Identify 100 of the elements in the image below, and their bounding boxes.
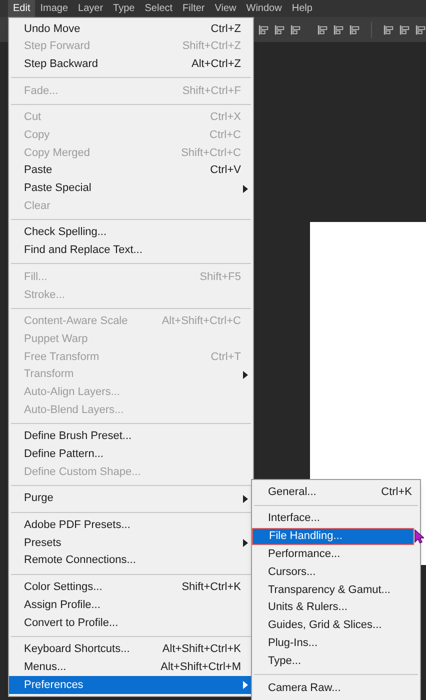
menu-item[interactable]: Cursors... [252,563,420,581]
shortcut-label: Alt+Shift+Ctrl+M [160,660,241,675]
shortcut-label: Alt+Ctrl+Z [191,56,241,72]
shortcut-label: Ctrl+V [210,163,241,178]
menu-item[interactable]: Presets [9,534,253,552]
menu-item-label: Plug-Ins... [268,636,319,652]
menu-item-label: Auto-Blend Layers... [24,402,125,418]
shortcut-label: Shift+F5 [200,270,241,285]
menu-item-label: Define Custom Shape... [24,464,142,480]
menu-item[interactable]: Check Spelling... [9,224,253,242]
menu-item[interactable]: Convert to Profile... [9,614,253,632]
menu-bar-item[interactable]: Layer [73,0,108,17]
menu-item[interactable]: Menus... Alt+Shift+Ctrl+M [9,658,253,676]
align-icon [258,24,270,36]
menu-item-label: Units & Rulers... [268,600,348,616]
menu-item[interactable]: Transparency & Gamut... [252,580,420,599]
menu-bar-item[interactable]: Filter [178,0,210,17]
menu-item-label: Puppet Warp [24,332,89,347]
mouse-pointer-icon [414,529,424,544]
menu-item-label: Stroke... [24,288,66,303]
menu-item-label: Menus... [24,660,68,675]
align-icon [332,24,344,36]
menu-item-label: Interface... [268,511,321,526]
align-icon [316,24,328,36]
menu-item[interactable]: Remote Connections... [9,552,253,570]
shortcut-label: Ctrl+Z [210,22,241,37]
menu-item[interactable]: Guides, Grid & Slices... [252,616,420,634]
menu-item[interactable]: Plug-Ins... [252,634,420,652]
align-icon [398,24,410,36]
menu-bar-item[interactable]: View [210,0,242,17]
menu-item-label: Transform [24,367,75,382]
align-icon [274,24,286,36]
menu-item-label: Undo Move [24,22,82,37]
menu-item-label: Camera Raw... [268,680,342,696]
align-icon [290,24,302,36]
menu-item[interactable]: Performance... [252,545,420,564]
menu-bar-item[interactable]: Type [108,0,140,17]
menu-item[interactable]: Keyboard Shortcuts... Alt+Shift+Ctrl+K [9,640,253,658]
align-icon [382,24,394,36]
menu-item[interactable]: Color Settings... Shift+Ctrl+K [9,578,253,596]
menu-item-label: Transparency & Gamut... [268,582,392,598]
shortcut-label: Ctrl+X [210,110,241,126]
menu-bar-item[interactable]: Window [241,0,287,17]
menu-item-label: Clear [24,198,52,214]
menu-item-label: Performance... [268,547,342,562]
menu-item-label: Convert to Profile... [24,616,120,631]
menu-item[interactable]: Camera Raw... [252,678,420,697]
menu-item-label: Preferences [24,678,84,693]
shortcut-label: Shift+Ctrl+C [181,146,241,161]
menu-bar-item[interactable]: Help [286,0,318,17]
align-icon [414,24,426,36]
menu-item-label: Guides, Grid & Slices... [268,618,383,634]
menu-item-label: Adobe PDF Presets... [24,518,132,534]
menu-item-label: Step Forward [24,39,92,54]
menu-bar-item[interactable]: Select [140,0,178,17]
shortcut-label: Ctrl+C [210,128,241,144]
menu-item-label: Type... [268,654,302,669]
menu-item-label: Copy [24,128,51,144]
menu-item[interactable]: Undo Move Ctrl+Z [9,20,253,38]
menu-bar-item[interactable]: Edit [8,0,36,17]
menu-item-label: Copy Merged [24,146,92,161]
menu-item[interactable]: Adobe PDF Presets... [9,516,253,534]
menu-item[interactable]: File Handling... [252,528,414,546]
menu-item-label: Content-Aware Scale [24,314,129,330]
menu-item-label: Cut [24,110,42,126]
menu-item-label: Presets [24,536,62,551]
menu-item[interactable]: Units & Rulers... [252,598,420,617]
menu-item-label: Keyboard Shortcuts... [24,642,131,658]
shortcut-label: Ctrl+T [210,350,241,365]
shortcut-label: Alt+Shift+Ctrl+C [162,314,241,330]
shortcut-label: Alt+Shift+Ctrl+K [162,642,241,658]
menu-item[interactable]: Interface... [252,510,420,528]
menu-item[interactable]: Paste Special [9,180,253,198]
menu-item[interactable]: General... Ctrl+K [252,483,420,501]
menu-item[interactable]: Preferences [9,676,253,694]
menu-item-label: Define Brush Preset... [24,429,133,444]
menu-item[interactable]: Step Backward Alt+Ctrl+Z [9,55,253,74]
menu-item[interactable]: Type... [252,652,420,670]
menu-item-label: File Handling... [269,529,344,544]
menu-item[interactable]: Assign Profile... [9,596,253,614]
menu-bar-item[interactable]: Image [35,0,74,17]
menu-item[interactable]: Define Brush Preset... [9,428,253,446]
menu-item[interactable]: Find and Replace Text... [9,242,253,260]
menu-item-label: Remote Connections... [24,553,137,568]
menu-item-label: Fill... [24,270,48,285]
menu-item-label: Find and Replace Text... [24,243,144,258]
menu-item-label: Free Transform [24,350,100,365]
shortcut-label: Ctrl+K [381,484,412,500]
menu-item-label: Purge [24,491,54,506]
menu-item-label: Fade... [24,84,60,99]
shortcut-label: Shift+Ctrl+F [182,84,241,99]
shortcut-label: Shift+Ctrl+K [182,580,241,596]
menu-item[interactable]: Purge [9,490,253,508]
menu-item-label: Paste [24,163,54,178]
menu-item-label: Step Backward [24,56,99,72]
menu-item-label: General... [268,484,318,500]
align-icon [348,24,360,36]
menu-item[interactable]: Define Pattern... [9,445,253,464]
menu-item[interactable]: Paste Ctrl+V [9,162,253,180]
menu-item-label: Define Pattern... [24,447,104,462]
